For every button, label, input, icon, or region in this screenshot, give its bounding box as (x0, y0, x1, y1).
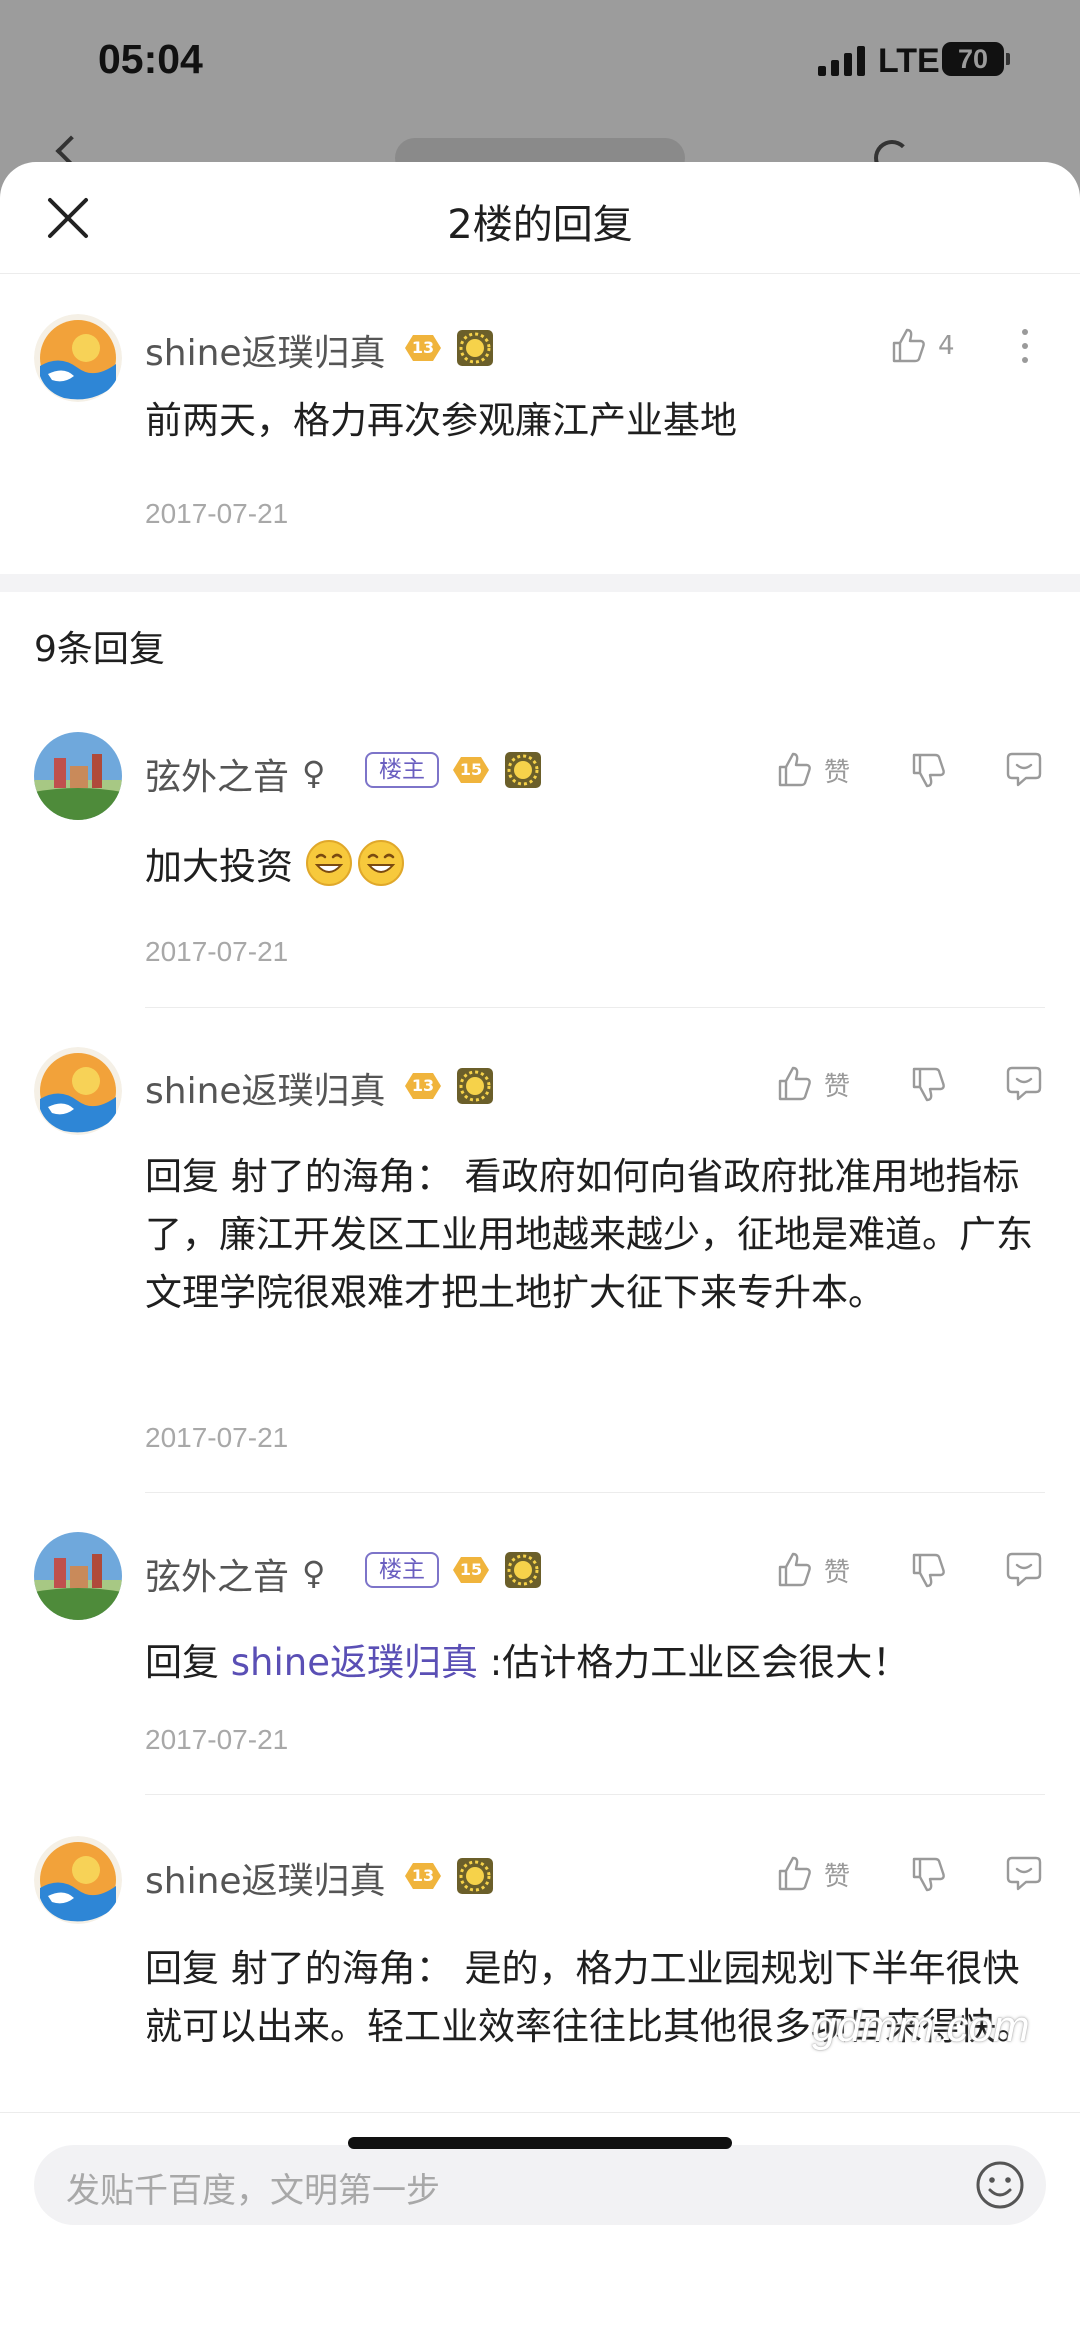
avatar[interactable] (34, 314, 122, 402)
reply-date: 2017-07-21 (145, 1724, 289, 1755)
status-time: 05:04 (98, 36, 203, 82)
status-bar: 05:04 LTE 70 (0, 0, 1080, 178)
like-label: 赞 (824, 1861, 851, 1892)
reply-button[interactable] (1004, 1854, 1044, 1894)
reply-date: 2017-07-21 (145, 936, 289, 967)
like-label: 赞 (824, 1557, 851, 1588)
username[interactable]: shine返璞归真 (145, 324, 386, 376)
gender-female-icon: ♀ (302, 1554, 326, 1592)
post-content: 前两天，格力再次参观廉江产业基地 (145, 399, 737, 442)
mention-link[interactable]: shine返璞归真 (231, 1641, 478, 1684)
sun-badge-icon (504, 751, 542, 789)
comment-icon (1006, 1066, 1042, 1101)
divider (145, 1794, 1045, 1795)
reply-button[interactable] (1004, 750, 1044, 790)
more-vertical-icon (1022, 329, 1028, 363)
reply-content: 加大投资 (145, 838, 1045, 896)
level-badge: 13 (401, 1070, 445, 1102)
more-button[interactable] (1010, 324, 1040, 368)
avatar[interactable] (34, 1047, 122, 1135)
level-badge: 13 (401, 332, 445, 364)
sun-badge-icon (456, 329, 494, 367)
grin-emoji-icon (305, 840, 352, 886)
like-count: 4 (938, 331, 955, 361)
like-label: 赞 (824, 757, 851, 788)
level-badge: 13 (401, 1860, 445, 1892)
thumbs-up-icon (778, 1066, 811, 1101)
input-placeholder: 发贴千百度，文明第一步 (66, 2171, 440, 2211)
avatar[interactable] (34, 1532, 122, 1620)
host-tag: 楼主 (365, 1552, 439, 1588)
reply-date: 2017-07-21 (145, 1422, 289, 1453)
username[interactable]: shine返璞归真 (145, 1062, 386, 1114)
thumbs-up-icon (778, 1552, 811, 1587)
watermark: gdmm.com (812, 2002, 1030, 2051)
post-date: 2017-07-21 (145, 498, 289, 529)
thumbs-up-icon (778, 752, 811, 787)
main-post: shine返璞归真 13 4 前两天，格力再次参观廉江产业基地 2017-07-… (0, 274, 1080, 574)
comment-icon (1006, 1856, 1042, 1891)
dislike-button[interactable] (908, 1550, 948, 1590)
thumbs-down-icon (912, 1553, 945, 1588)
network-label: LTE (878, 42, 940, 80)
section-separator (0, 574, 1080, 592)
sun-badge-icon (456, 1067, 494, 1105)
dislike-button[interactable] (908, 1854, 948, 1894)
username[interactable]: 弦外之音 (145, 1548, 289, 1600)
reply-button[interactable] (1004, 1064, 1044, 1104)
like-label: 赞 (824, 1071, 851, 1102)
username[interactable]: shine返璞归真 (145, 1852, 386, 1904)
signal-icon (818, 46, 865, 76)
like-button[interactable]: 赞 (774, 1064, 850, 1104)
divider (145, 1492, 1045, 1493)
thumbs-down-icon (912, 753, 945, 788)
reply-count: 9条回复 (34, 629, 165, 670)
reply-button[interactable] (1004, 1550, 1044, 1590)
thumbs-up-icon (892, 328, 925, 363)
sheet-title: 2楼的回复 (447, 202, 633, 248)
emoji-button[interactable] (974, 2159, 1026, 2211)
battery-tip (1006, 53, 1010, 65)
level-badge: 15 (449, 1554, 493, 1586)
sheet-header: 2楼的回复 (0, 162, 1080, 274)
dislike-button[interactable] (908, 1064, 948, 1104)
thumbs-down-icon (912, 1067, 945, 1102)
reply-content: 回复 shine返璞归真 :估计格力工业区会很大！ (145, 1641, 910, 1684)
comment-icon (1006, 1552, 1042, 1587)
username[interactable]: 弦外之音 (145, 748, 289, 800)
thumbs-up-icon (778, 1856, 811, 1891)
level-badge: 15 (449, 754, 493, 786)
thumbs-down-icon (912, 1857, 945, 1892)
sun-badge-icon (456, 1857, 494, 1895)
smiley-icon (976, 2161, 1024, 2209)
avatar[interactable] (34, 1836, 122, 1924)
grin-emoji-icon (357, 840, 404, 886)
comment-icon (1006, 752, 1042, 787)
battery-icon: 70 (942, 42, 1004, 76)
home-indicator[interactable] (348, 2137, 732, 2149)
like-button[interactable]: 赞 (774, 1854, 850, 1894)
like-button[interactable]: 赞 (774, 750, 850, 790)
host-tag: 楼主 (365, 752, 439, 788)
comment-input[interactable]: 发贴千百度，文明第一步 (34, 2145, 1046, 2225)
like-button[interactable]: 4 (888, 326, 955, 366)
like-button[interactable]: 赞 (774, 1550, 850, 1590)
dislike-button[interactable] (908, 750, 948, 790)
reply-content: 回复 射了的海角： 看政府如何向省政府批准用地指标了，廉江开发区工业用地越来越少… (145, 1155, 1033, 1314)
divider (145, 1007, 1045, 1008)
gender-female-icon: ♀ (302, 754, 326, 792)
sun-badge-icon (504, 1551, 542, 1589)
avatar[interactable] (34, 732, 122, 820)
